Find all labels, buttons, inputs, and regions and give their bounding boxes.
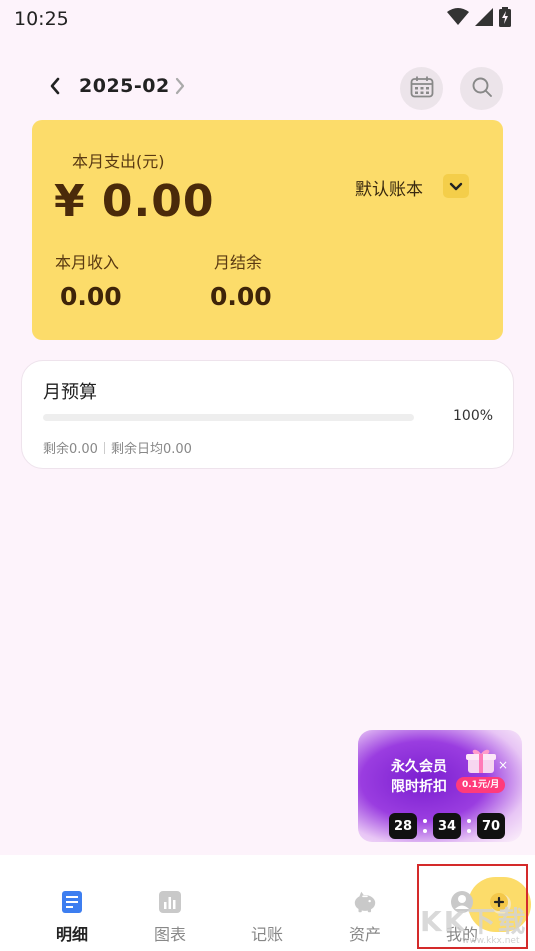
expense-label: 本月支出(元): [72, 152, 165, 171]
detail-list-icon: [59, 890, 85, 914]
tab-detail-label: 明细: [55, 925, 88, 944]
status-bar: 10:25: [0, 0, 535, 38]
battery-charging-icon: [499, 7, 511, 31]
chevron-right-icon: [174, 77, 186, 99]
chevron-down-icon: [449, 177, 463, 196]
countdown-separator: [467, 819, 471, 833]
previous-month-button[interactable]: [42, 74, 68, 102]
watermark-url: www.kkx.net: [462, 936, 520, 946]
promo-countdown: 28 34 70: [389, 813, 505, 839]
tab-record[interactable]: 记账: [232, 877, 531, 945]
gift-icon: [464, 748, 498, 774]
income-value: 0.00: [60, 282, 122, 311]
budget-title: 月预算: [43, 382, 97, 403]
tab-detail[interactable]: 明细: [37, 890, 107, 945]
calendar-button[interactable]: [400, 67, 443, 110]
search-button[interactable]: [460, 67, 503, 110]
monthly-budget-card[interactable]: 月预算 100% 剩余0.00 剩余日均0.00: [21, 360, 514, 469]
search-icon: [471, 76, 493, 102]
status-time: 10:25: [14, 8, 69, 30]
account-book-dropdown-button[interactable]: [443, 174, 469, 198]
countdown-separator: [423, 819, 427, 833]
countdown-hours: 28: [389, 813, 417, 839]
balance-value: 0.00: [210, 282, 272, 311]
next-month-button[interactable]: [168, 74, 192, 102]
status-icons: [447, 7, 511, 31]
expense-amount: ¥ 0.00: [54, 176, 215, 227]
chart-icon: [157, 890, 183, 914]
promo-close-button[interactable]: ×: [498, 758, 508, 772]
monthly-summary-card: 本月支出(元) ¥ 0.00 默认账本 本月收入 0.00 月结余 0.00: [32, 120, 503, 340]
tab-record-label: 记账: [250, 925, 283, 944]
income-label: 本月收入: [55, 253, 120, 272]
current-month[interactable]: 2025-02: [79, 75, 170, 97]
countdown-minutes: 34: [433, 813, 461, 839]
cellular-signal-icon: [475, 8, 493, 30]
wifi-icon: [447, 8, 469, 30]
budget-remaining: 剩余0.00: [43, 442, 98, 457]
watermark-text: KK下载: [420, 905, 528, 938]
piggy-bank-icon: [352, 890, 378, 914]
promo-title: 永久会员: [391, 759, 447, 775]
countdown-seconds: 70: [477, 813, 505, 839]
account-book-selector[interactable]: 默认账本: [355, 175, 423, 200]
budget-daily-remaining: 剩余日均0.00: [110, 442, 192, 457]
tab-record-spacer: [254, 890, 280, 914]
tab-chart-label: 图表: [153, 925, 186, 944]
promo-price-badge: 0.1元/月: [456, 777, 506, 793]
divider: [103, 441, 105, 454]
chevron-left-icon: [49, 77, 61, 99]
watermark: KK下载 www.kkx.net: [418, 898, 533, 948]
balance-label: 月结余: [214, 253, 263, 272]
budget-percent: 100%: [453, 408, 494, 424]
vip-promo-banner[interactable]: 永久会员 限时折扣 × 0.1元/月 28 34 70: [358, 730, 522, 842]
month-header: 2025-02: [0, 62, 535, 114]
budget-info: 剩余0.00 剩余日均0.00: [43, 438, 192, 457]
calendar-icon: [410, 76, 434, 102]
promo-subtitle: 限时折扣: [391, 779, 447, 795]
tab-chart[interactable]: 图表: [135, 890, 205, 945]
tab-assets[interactable]: 资产: [330, 890, 400, 945]
tab-assets-label: 资产: [348, 925, 381, 944]
budget-progress-bar: [43, 414, 414, 421]
